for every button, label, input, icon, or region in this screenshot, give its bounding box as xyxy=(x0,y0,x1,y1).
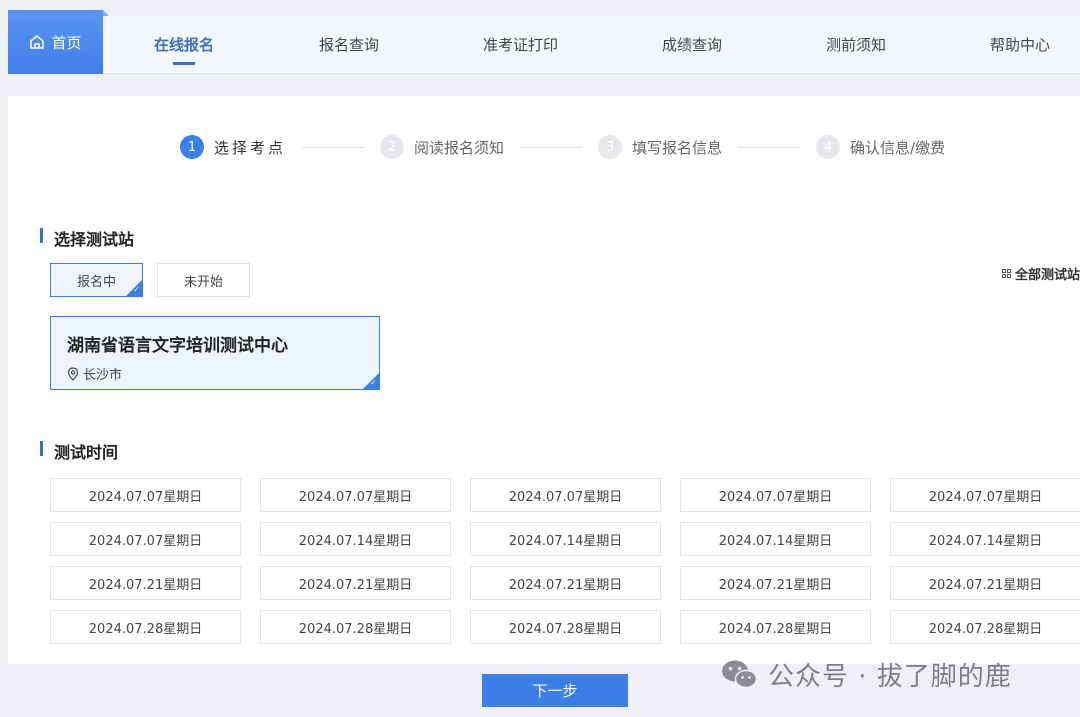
all-stations-label: 全部测试站 xyxy=(1014,268,1080,283)
nav-item-help-center[interactable]: 帮助中心 xyxy=(990,16,1050,74)
date-option[interactable]: 2024.07.07星期日 xyxy=(470,478,661,512)
section-title-select-station: 选择测试站 xyxy=(40,226,134,250)
nav-item-label: 帮助中心 xyxy=(990,36,1051,54)
step-2: 2 阅读报名须知 xyxy=(380,135,504,159)
check-icon: ✓ xyxy=(370,378,377,387)
step-number: 1 xyxy=(180,135,204,159)
nav-item-pre-test-notice[interactable]: 测前须知 xyxy=(826,16,886,74)
date-option[interactable]: 2024.07.21星期日 xyxy=(890,566,1080,600)
watermark-text: 公众号 · 拔了脚的鹿 xyxy=(768,661,1012,692)
nav-item-label: 成绩查询 xyxy=(662,36,723,54)
nav-item-label: 准考证打印 xyxy=(483,36,559,54)
station-city: 长沙市 xyxy=(67,364,122,383)
date-option[interactable]: 2024.07.21星期日 xyxy=(50,566,241,600)
date-option[interactable]: 2024.07.07星期日 xyxy=(260,478,451,512)
nav-item-label: 在线报名 xyxy=(154,36,215,54)
nav-item-score-query[interactable]: 成绩查询 xyxy=(662,16,722,74)
tab-not-started[interactable]: 未开始 xyxy=(157,263,250,297)
step-4: 4 确认信息/缴费 xyxy=(816,135,945,159)
nav-item-label: 测前须知 xyxy=(826,36,887,54)
check-icon: ✓ xyxy=(133,285,140,294)
step-indicator: 1 选择考点 2 阅读报名须知 3 填写报名信息 4 确认信息/缴费 xyxy=(180,134,945,160)
section-title-test-time: 测试时间 xyxy=(40,439,118,463)
step-number: 3 xyxy=(598,135,623,159)
date-option[interactable]: 2024.07.28星期日 xyxy=(680,610,871,644)
date-option[interactable]: 2024.07.14星期日 xyxy=(890,522,1080,556)
date-grid: 2024.07.07星期日 2024.07.07星期日 2024.07.07星期… xyxy=(50,478,1080,644)
grid-icon xyxy=(1001,269,1011,278)
date-option[interactable]: 2024.07.14星期日 xyxy=(470,522,661,556)
wechat-icon xyxy=(722,660,758,689)
date-option[interactable]: 2024.07.07星期日 xyxy=(890,478,1080,512)
date-option[interactable]: 2024.07.07星期日 xyxy=(680,478,871,512)
main-panel: 1 选择考点 2 阅读报名须知 3 填写报名信息 4 确认信息/缴费 选择测试站… xyxy=(8,96,1080,664)
date-option[interactable]: 2024.07.14星期日 xyxy=(680,522,871,556)
step-number: 2 xyxy=(380,135,405,159)
date-option[interactable]: 2024.07.07星期日 xyxy=(50,478,241,512)
step-label: 选择考点 xyxy=(214,138,287,157)
tab-label: 报名中 xyxy=(76,274,116,290)
step-label: 阅读报名须知 xyxy=(414,138,505,157)
nav-home-label: 首页 xyxy=(51,33,82,52)
date-option[interactable]: 2024.07.21星期日 xyxy=(470,566,661,600)
date-option[interactable]: 2024.07.28星期日 xyxy=(470,610,661,644)
nav-item-online-registration[interactable]: 在线报名 xyxy=(154,16,214,74)
next-step-button[interactable]: 下一步 xyxy=(482,674,628,707)
home-icon xyxy=(30,35,45,49)
date-option[interactable]: 2024.07.21星期日 xyxy=(680,566,871,600)
date-option[interactable]: 2024.07.28星期日 xyxy=(50,610,241,644)
station-name: 湖南省语言文字培训测试中心 xyxy=(67,336,288,356)
step-connector xyxy=(520,146,583,148)
watermark: 公众号 · 拔了脚的鹿 xyxy=(720,656,1012,692)
all-stations-link[interactable]: 全部测试站 xyxy=(1001,264,1080,283)
date-option[interactable]: 2024.07.14星期日 xyxy=(260,522,451,556)
tab-registering[interactable]: 报名中 ✓ xyxy=(50,263,143,297)
top-nav: 首页 在线报名 报名查询 准考证打印 成绩查询 测前须知 帮助中心 xyxy=(8,10,1080,74)
date-option[interactable]: 2024.07.07星期日 xyxy=(50,522,241,556)
nav-item-label: 报名查询 xyxy=(319,36,380,54)
date-option[interactable]: 2024.07.28星期日 xyxy=(890,610,1080,644)
tab-label: 未开始 xyxy=(183,274,223,290)
nav-home-button[interactable]: 首页 xyxy=(8,10,109,74)
step-connector xyxy=(738,146,801,148)
date-option[interactable]: 2024.07.21星期日 xyxy=(260,566,451,600)
location-pin-icon xyxy=(67,366,79,381)
step-number: 4 xyxy=(816,135,841,159)
nav-active-underline xyxy=(173,62,195,65)
nav-item-registration-query[interactable]: 报名查询 xyxy=(319,16,379,74)
step-3: 3 填写报名信息 xyxy=(598,135,722,159)
station-card[interactable]: 湖南省语言文字培训测试中心 长沙市 ✓ xyxy=(50,316,380,390)
nav-item-admission-ticket-print[interactable]: 准考证打印 xyxy=(483,16,558,74)
step-label: 确认信息/缴费 xyxy=(850,138,946,157)
page-root: 首页 在线报名 报名查询 准考证打印 成绩查询 测前须知 帮助中心 1 选择考点 xyxy=(0,0,1080,717)
date-option[interactable]: 2024.07.28星期日 xyxy=(260,610,451,644)
step-1: 1 选择考点 xyxy=(180,135,286,159)
station-city-label: 长沙市 xyxy=(83,368,123,383)
step-connector xyxy=(302,146,365,148)
step-label: 填写报名信息 xyxy=(632,138,723,157)
